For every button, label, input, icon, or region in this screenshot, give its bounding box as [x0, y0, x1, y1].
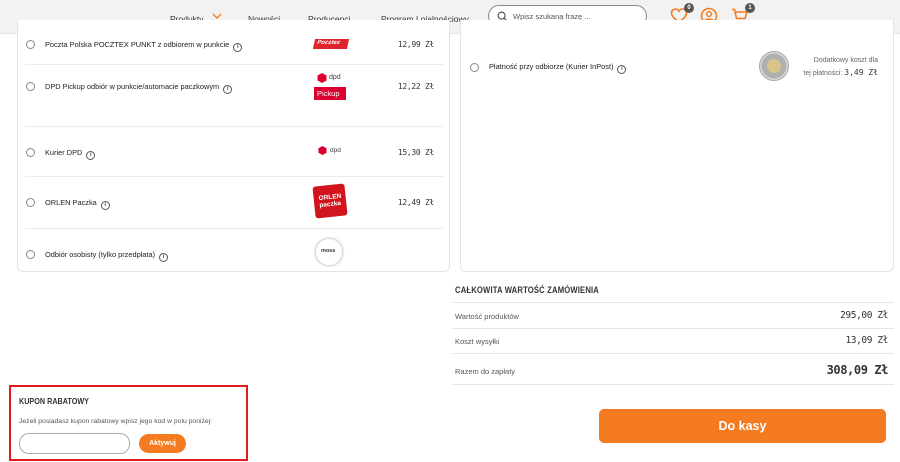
shipping-option-dpd-pickup[interactable]: DPD Pickup odbiór w punkcie/automacie pa… [18, 65, 451, 127]
activate-coupon-button[interactable]: Aktywuj [139, 434, 186, 453]
divider [452, 302, 894, 303]
radio-button[interactable] [26, 148, 35, 157]
shipping-label-text: Odbiór osobisty (tylko przedpłata) [45, 250, 156, 259]
extra-cost-line1: Dodatkowy koszt dla [813, 57, 878, 64]
paczka-logo-text: paczka [319, 199, 342, 210]
radio-button[interactable] [470, 63, 479, 72]
info-icon[interactable]: i [223, 85, 233, 94]
pickup-badge: Pickup [314, 87, 346, 100]
radio-button[interactable] [26, 250, 35, 259]
divider [452, 353, 894, 354]
dpd-logo-text: dpd [329, 74, 341, 81]
extra-cost-price: 3,49 Zł [844, 68, 878, 77]
coupon-instructions: Jeżeli posiadasz kupon rabatowy wpisz je… [19, 418, 213, 425]
total-value: 308,09 Zł [826, 363, 889, 377]
coupon-title: KUPON RABATOWY [19, 396, 89, 406]
payment-option-label[interactable]: Płatność przy odbiorze (Kurier InPost) i [489, 62, 627, 74]
chevron-down-icon[interactable] [212, 13, 222, 19]
shipping-label-text: Kurier DPD [45, 148, 83, 157]
order-summary-title: CAŁKOWITA WARTOŚĆ ZAMÓWIENIA [455, 285, 600, 295]
pocztex-logo-text: Pocztex [316, 40, 341, 46]
shipping-option-odbior-osobisty[interactable]: Odbiór osobisty (tylko przedpłata) i moss [18, 229, 451, 272]
shipping-option-orlen-paczka[interactable]: ORLEN Paczka i ORLEN paczka 12,49 Zł [18, 177, 451, 229]
dpd-pickup-logo: dpd Pickup [314, 73, 346, 105]
pickup-badge-text: Pickup [317, 89, 340, 98]
info-icon[interactable]: i [100, 201, 110, 210]
radio-button[interactable] [26, 40, 35, 49]
cart-count-badge: 1 [745, 3, 755, 13]
shipping-option-label: DPD Pickup odbiór w punkcie/automacie pa… [45, 82, 233, 94]
dpd-logo-text: dpd [330, 147, 341, 154]
shipping-price: 12,99 Zł [397, 40, 434, 49]
extra-cost-note: Dodatkowy koszt dla tej płatności: 3,49 … [798, 55, 878, 80]
divider [452, 384, 894, 385]
coin-icon [759, 51, 789, 81]
shipping-cost-label: Koszt wysyłki [455, 337, 500, 346]
store-logo: moss [315, 238, 343, 266]
dpd-cube-icon [318, 146, 327, 155]
shipping-label-text: Poczta Polska POCZTEX PUNKT z odbiorem w… [45, 40, 230, 49]
dpd-logo: dpd [318, 146, 348, 158]
info-icon[interactable]: i [159, 253, 169, 262]
orlen-paczka-logo: ORLEN paczka [312, 183, 348, 219]
info-icon[interactable]: i [86, 151, 96, 160]
extra-cost-line2: tej płatności: [803, 70, 843, 77]
shipping-price: 12,49 Zł [397, 198, 434, 207]
shipping-option-pocztex[interactable]: Poczta Polska POCZTEX PUNKT z odbiorem w… [18, 20, 451, 65]
dpd-cube-icon [317, 73, 327, 83]
coupon-code-input[interactable] [19, 433, 130, 454]
checkout-button[interactable]: Do kasy [599, 409, 886, 443]
shipping-price: 15,30 Zł [397, 148, 434, 157]
shipping-option-label: Kurier DPD i [45, 148, 96, 160]
total-label: Razem do zapłaty [455, 367, 516, 376]
radio-button[interactable] [26, 82, 35, 91]
shipping-option-label: Odbiór osobisty (tylko przedpłata) i [45, 250, 169, 262]
shipping-option-dpd-kurier[interactable]: Kurier DPD i dpd 15,30 Zł [18, 127, 451, 177]
shipping-cost-value: 13,09 Zł [845, 335, 888, 346]
divider [452, 328, 894, 329]
shipping-option-label: Poczta Polska POCZTEX PUNKT z odbiorem w… [45, 40, 243, 52]
store-logo-text: moss [321, 248, 336, 254]
payment-label-text: Płatność przy odbiorze (Kurier InPost) [489, 62, 614, 71]
pocztex-logo: Pocztex [312, 39, 350, 49]
shipping-price: 12,22 Zł [397, 82, 434, 91]
radio-button[interactable] [26, 198, 35, 207]
coupon-box: KUPON RABATOWY Jeżeli posiadasz kupon ra… [9, 385, 248, 461]
shipping-methods-card: Poczta Polska POCZTEX PUNKT z odbiorem w… [17, 20, 450, 272]
payment-methods-card: Płatność przy odbiorze (Kurier InPost) i … [460, 20, 894, 272]
wishlist-count-badge: 0 [684, 3, 694, 13]
shipping-label-text: ORLEN Paczka [45, 198, 97, 207]
shipping-label-text: DPD Pickup odbiór w punkcie/automacie pa… [45, 82, 220, 91]
products-value-label: Wartość produktów [455, 312, 519, 321]
info-icon[interactable]: i [233, 43, 243, 52]
info-icon[interactable]: i [617, 65, 627, 74]
shipping-option-label: ORLEN Paczka i [45, 198, 110, 210]
products-value: 295,00 Zł [840, 310, 888, 321]
